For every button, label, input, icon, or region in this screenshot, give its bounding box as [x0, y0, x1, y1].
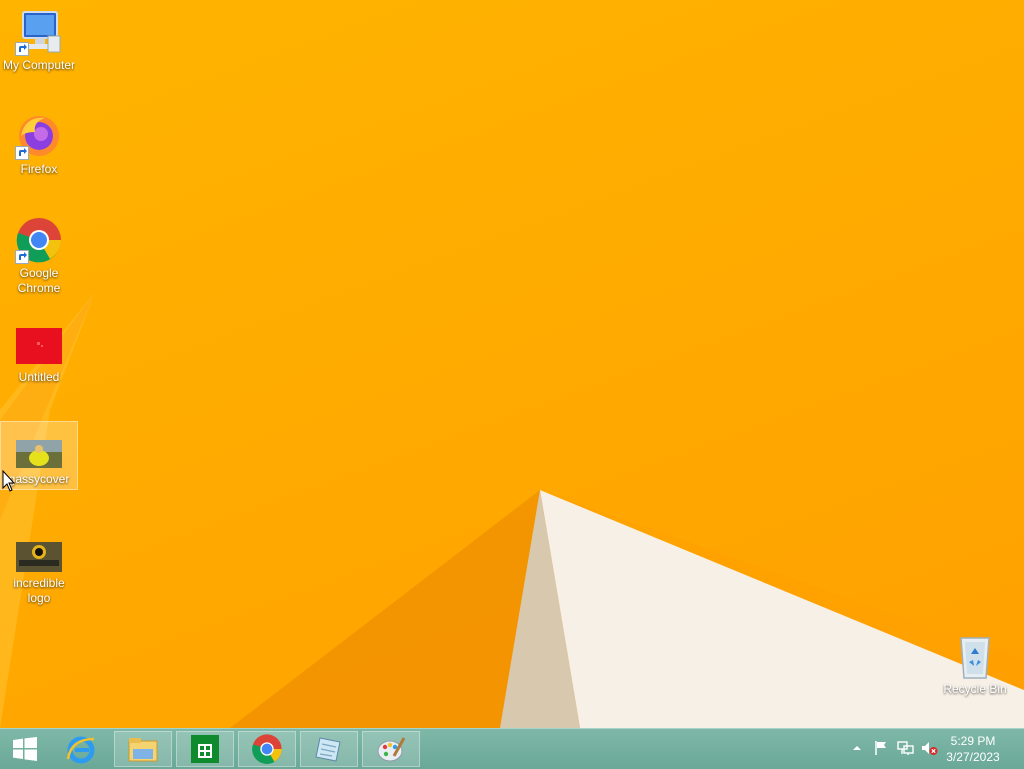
store-icon — [191, 735, 219, 763]
recycle-bin-icon — [951, 632, 999, 680]
chrome-icon — [252, 734, 282, 764]
internet-explorer-icon — [66, 736, 95, 764]
shortcut-arrow-icon — [15, 250, 29, 264]
network-button[interactable] — [896, 739, 914, 757]
image-file-icon — [16, 440, 62, 468]
taskbar-chrome[interactable] — [238, 731, 296, 767]
desktop-icon-label: Recycle Bin — [943, 682, 1007, 696]
desktop-icon-incredible-logo[interactable]: incredible logo — [1, 542, 77, 606]
desktop-icon-label: Google Chrome — [17, 266, 61, 295]
start-button[interactable] — [0, 731, 50, 767]
desktop-icon-label: gassycover — [8, 472, 70, 486]
image-file-icon — [15, 328, 63, 364]
firefox-icon — [15, 112, 63, 160]
windows-logo-icon — [13, 737, 37, 761]
taskbar-internet-explorer[interactable] — [52, 731, 110, 767]
volume-button[interactable] — [920, 739, 938, 757]
shortcut-arrow-icon — [15, 146, 29, 160]
taskbar-file-explorer[interactable] — [114, 731, 172, 767]
desktop-icon-untitled[interactable]: Untitled — [1, 328, 77, 385]
image-file-icon — [16, 542, 62, 572]
desktop-wallpaper — [0, 292, 1024, 728]
taskbar-notepad[interactable] — [300, 731, 358, 767]
taskbar-paint[interactable] — [362, 731, 420, 767]
desktop-icon-label: Firefox — [20, 162, 58, 176]
clock-time: 5:29 PM — [950, 734, 996, 748]
desktop-icon-firefox[interactable]: Firefox — [1, 112, 77, 177]
taskbar-clock[interactable]: 5:29 PM 3/27/2023 — [938, 733, 1008, 765]
network-icon — [897, 741, 914, 755]
desktop-icon-recycle-bin[interactable]: Recycle Bin — [937, 632, 1013, 697]
taskbar: 5:29 PM 3/27/2023 — [0, 728, 1024, 769]
action-center-button[interactable] — [872, 739, 890, 757]
taskbar-store[interactable] — [176, 731, 234, 767]
clock-date: 3/27/2023 — [946, 750, 1000, 764]
paint-icon — [377, 737, 406, 762]
desktop-icon-label: incredible logo — [13, 576, 65, 605]
shortcut-arrow-icon — [15, 42, 29, 56]
desktop-icon-label: My Computer — [2, 58, 76, 72]
chevron-up-icon — [853, 746, 861, 750]
show-hidden-icons-button[interactable] — [848, 739, 866, 757]
mouse-cursor-icon — [2, 470, 16, 492]
desktop-icon-google-chrome[interactable]: Google Chrome — [1, 216, 77, 296]
desktop-icon-label: Untitled — [18, 370, 60, 384]
desktop-icon-my-computer[interactable]: My Computer — [1, 8, 77, 73]
notepad-icon — [315, 737, 341, 762]
flag-icon — [875, 741, 886, 755]
chrome-icon — [15, 216, 63, 264]
computer-icon — [15, 8, 63, 56]
file-explorer-icon — [128, 738, 158, 762]
volume-muted-icon — [922, 742, 938, 755]
